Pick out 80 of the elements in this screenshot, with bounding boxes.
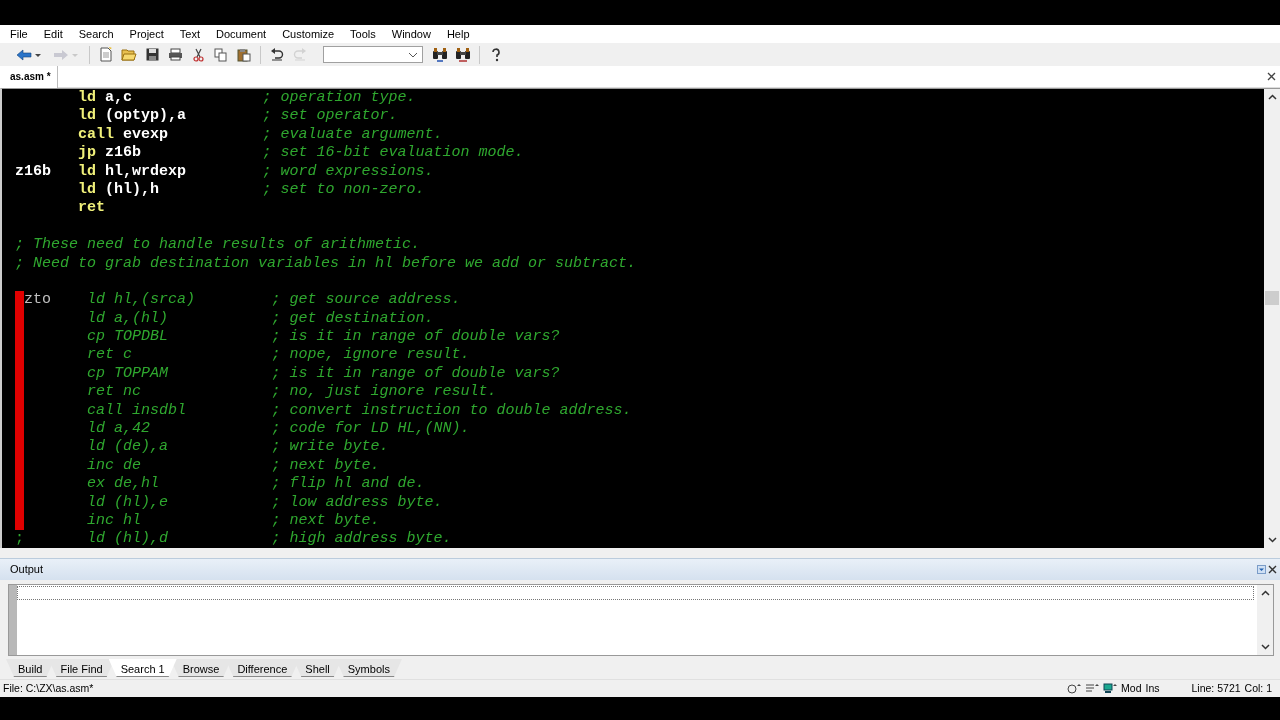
code-instruction: ld (hl),d <box>87 530 168 548</box>
code-instruction: ret nc <box>87 383 141 401</box>
line-number: Line: 5721 <box>1191 680 1241 696</box>
code-comment: ; no, just ignore result. <box>271 383 497 402</box>
code-instruction: ld hl,(srca) <box>87 291 196 309</box>
code-instruction: ld <box>78 180 96 198</box>
insert-indicator: Ins <box>1145 680 1160 696</box>
file-path: File: C:\ZX\as.asm* <box>3 680 94 696</box>
code-instruction: ld a,(hl) <box>87 309 168 327</box>
code-comment: ; set to non-zero. <box>262 180 425 200</box>
code-comment: ; These need to handle results of arithmetic. <box>15 236 421 255</box>
lines-icon <box>1085 683 1100 694</box>
panel-title: Output <box>10 562 44 578</box>
code-comment: ; is it in range of double vars? <box>271 364 560 384</box>
close-icon[interactable] <box>1267 72 1276 81</box>
code-comment: ; get destination. <box>271 309 434 329</box>
code-comment: ; nope, ignore result. <box>271 346 470 365</box>
code-comment: ; write byte. <box>271 438 389 457</box>
code-comment: ; get source address. <box>271 291 461 310</box>
list-gutter <box>9 585 17 655</box>
code-operand: evexp <box>123 125 169 143</box>
scrollbar[interactable] <box>1257 585 1273 655</box>
code-comment: ; next byte. <box>271 456 380 476</box>
code-instruction: ld <box>78 162 96 180</box>
menu-item[interactable]: Window <box>385 25 437 43</box>
code-operand: z16b <box>105 144 142 162</box>
menu-item[interactable]: Search <box>72 25 120 43</box>
circle-icon <box>1067 683 1082 694</box>
menu-item[interactable]: Help <box>440 25 476 43</box>
code-comment: ; set operator. <box>262 107 398 126</box>
column-number: Col: 1 <box>1244 680 1272 696</box>
code-instruction: inc de <box>87 456 141 474</box>
code-comment: ; is it in range of double vars? <box>271 328 560 347</box>
code-instruction: ld (hl),e <box>87 493 168 511</box>
code-instruction: ret c <box>87 346 132 364</box>
code-instruction: ld (de),a <box>87 438 168 456</box>
panel-tab[interactable]: Search 1 <box>108 659 177 677</box>
scroll-thumb[interactable] <box>1265 291 1279 305</box>
menu-item[interactable]: Tools <box>344 25 382 43</box>
code-comment: ; low address byte. <box>271 493 443 512</box>
menu-item[interactable]: Project <box>123 25 170 43</box>
code-operand: (hl),h <box>105 180 160 198</box>
code-comment: ; high address byte. <box>271 530 452 548</box>
code-operand: a,c <box>105 89 133 106</box>
code-instruction: ret <box>78 199 105 217</box>
menu-item[interactable]: File <box>4 25 34 43</box>
code-comment: ; flip hl and de. <box>271 475 425 494</box>
code-instruction: cp TOPDBL <box>87 328 168 346</box>
code-label: zto <box>24 291 51 309</box>
code-instruction: ld <box>78 89 96 106</box>
code-instruction: jp <box>78 144 96 162</box>
code-operand: hl,wrdexp <box>105 162 187 180</box>
code-instruction: inc hl <box>87 512 141 529</box>
code-instruction: ld <box>78 107 96 125</box>
code-comment: ; set 16-bit evaluation mode. <box>262 144 524 163</box>
menu-item[interactable]: Edit <box>37 25 69 43</box>
document-tab[interactable]: as.asm * <box>0 65 58 88</box>
code-comment: ; <box>15 530 24 548</box>
code-comment: ; Need to grab destination variables in hl before we add or subtract. <box>15 254 637 273</box>
menu-item[interactable]: Text <box>173 25 206 43</box>
code-comment: ; evaluate argument. <box>262 125 443 145</box>
mode-indicator: Mod <box>1121 680 1142 696</box>
menu-item[interactable]: Document <box>210 25 273 43</box>
code-comment: ; convert instruction to double address. <box>271 401 632 421</box>
code-instruction: call <box>78 125 114 143</box>
menu-item[interactable]: Customize <box>276 25 341 43</box>
code-comment: ; code for LD HL,(NN). <box>271 420 470 439</box>
code-instruction: cp TOPPAM <box>87 364 168 382</box>
code-comment: ; operation type. <box>262 89 416 108</box>
code-instruction: ex de,hl <box>87 475 159 493</box>
focused-row[interactable] <box>17 586 1254 600</box>
code-comment: ; next byte. <box>271 512 380 531</box>
code-instruction: ld a,42 <box>87 420 150 438</box>
monitor-icon <box>1103 683 1118 694</box>
code-instruction: call insdbl <box>87 401 187 419</box>
code-comment: ; word expressions. <box>262 162 434 181</box>
code-editor[interactable] <box>2 89 1264 548</box>
search-combo-box[interactable] <box>323 46 423 63</box>
code-operand: (optyp),a <box>105 107 187 125</box>
code-label: z16b <box>15 162 51 180</box>
